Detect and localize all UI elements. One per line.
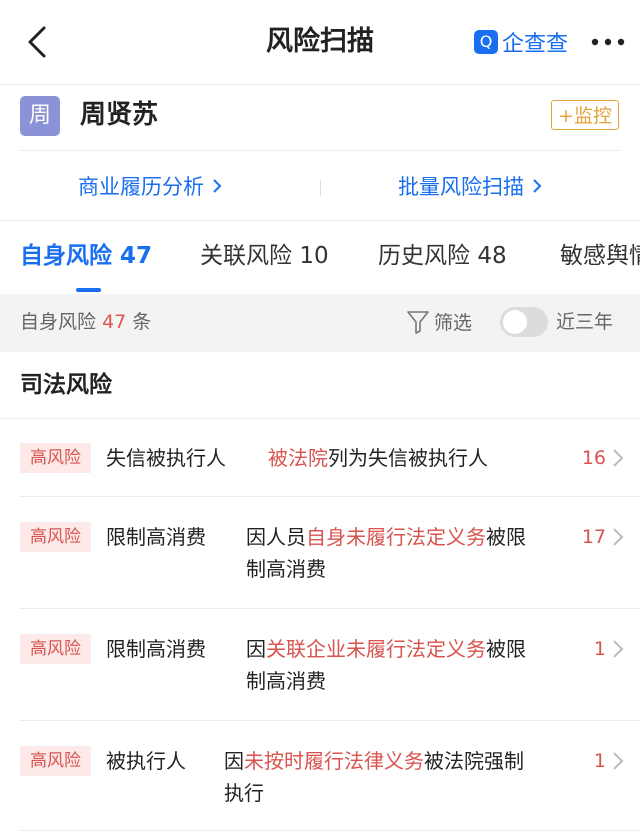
risk-count: 16 bbox=[581, 447, 606, 469]
section-title: 司法风险 bbox=[20, 372, 112, 398]
chevron-right-icon bbox=[613, 528, 624, 546]
tab-count: 47 bbox=[120, 243, 153, 269]
summary-count: 47 bbox=[102, 311, 127, 333]
batch-scan-link[interactable]: 批量风险扫描 bbox=[398, 172, 542, 202]
risk-level-badge: 高风险 bbox=[20, 443, 91, 473]
risk-level-badge: 高风险 bbox=[20, 746, 91, 776]
chevron-right-icon bbox=[213, 179, 222, 193]
tab-related-risk[interactable]: 关联风险 10 bbox=[200, 240, 329, 272]
desc-post: 列为失信被执行人 bbox=[328, 446, 488, 470]
divider bbox=[0, 84, 640, 85]
tab-label: 关联风险 bbox=[200, 243, 292, 269]
risk-description: 因关联企业未履行法定义务被限制高消费 bbox=[246, 633, 531, 697]
filter-button[interactable]: 筛选 bbox=[406, 308, 472, 335]
risk-type: 被执行人 bbox=[106, 749, 186, 773]
summary-prefix: 自身风险 bbox=[20, 311, 97, 333]
tab-count: 48 bbox=[477, 243, 507, 269]
tab-label: 历史风险 bbox=[378, 243, 470, 269]
batch-scan-label: 批量风险扫描 bbox=[398, 175, 524, 199]
tab-history-risk[interactable]: 历史风险 48 bbox=[378, 240, 507, 272]
risk-row[interactable]: 高风险 限制高消费 因人员自身未履行法定义务被限制高消费 17 bbox=[0, 496, 640, 608]
recent-three-years-toggle[interactable] bbox=[500, 307, 548, 337]
desc-highlight: 被法院 bbox=[268, 446, 328, 470]
risk-row[interactable]: 高风险 限制高消费 因关联企业未履行法定义务被限制高消费 1 bbox=[0, 608, 640, 720]
risk-row[interactable]: 高风险 被执行人 因未按时履行法律义务被法院强制执行 1 bbox=[0, 720, 640, 832]
desc-pre: 因人员 bbox=[246, 525, 306, 549]
filter-label: 筛选 bbox=[434, 312, 473, 334]
chevron-right-icon bbox=[613, 752, 624, 770]
toggle-label: 近三年 bbox=[556, 311, 614, 333]
desc-highlight: 关联企业未履行法定义务 bbox=[266, 637, 486, 661]
avatar: 周 bbox=[20, 96, 60, 136]
quick-links: 商业履历分析 批量风险扫描 bbox=[0, 158, 640, 216]
desc-highlight: 未按时履行法律义务 bbox=[244, 749, 424, 773]
divider bbox=[0, 220, 640, 221]
risk-type: 限制高消费 bbox=[106, 637, 206, 661]
desc-highlight: 自身未履行法定义务 bbox=[306, 525, 486, 549]
person-name[interactable]: 周贤苏 bbox=[80, 98, 158, 132]
risk-tabs: 自身风险 47 关联风险 10 历史风险 48 敏感舆情 bbox=[0, 222, 640, 294]
risk-type: 失信被执行人 bbox=[106, 446, 226, 470]
chevron-right-icon bbox=[613, 449, 624, 467]
tab-count: 10 bbox=[299, 243, 329, 269]
person-header: 周 周贤苏 +监控 bbox=[0, 86, 640, 150]
risk-row[interactable]: 高风险 失信被执行人 被法院列为失信被执行人 16 bbox=[0, 418, 640, 496]
risk-description: 因人员自身未履行法定义务被限制高消费 bbox=[246, 521, 531, 585]
divider bbox=[320, 180, 321, 196]
tab-label: 敏感舆情 bbox=[560, 243, 640, 269]
nav-bar: 风险扫描 Q 企查查 bbox=[0, 0, 640, 84]
filter-bar: 自身风险 47 条 筛选 近三年 bbox=[0, 294, 640, 352]
tab-label: 自身风险 bbox=[20, 243, 112, 269]
brand-name: 企查查 bbox=[502, 32, 569, 57]
risk-description: 被法院列为失信被执行人 bbox=[268, 442, 558, 474]
business-history-label: 商业履历分析 bbox=[78, 175, 204, 199]
desc-pre: 因 bbox=[246, 637, 266, 661]
tab-sensitive-news[interactable]: 敏感舆情 bbox=[560, 240, 640, 272]
desc-pre: 因 bbox=[224, 749, 244, 773]
risk-level-badge: 高风险 bbox=[20, 522, 91, 552]
divider bbox=[20, 830, 640, 831]
more-icon[interactable] bbox=[590, 30, 626, 54]
watch-button[interactable]: +监控 bbox=[551, 100, 619, 130]
toggle-knob bbox=[503, 310, 527, 334]
risk-level-badge: 高风险 bbox=[20, 634, 91, 664]
active-tab-indicator bbox=[76, 288, 101, 292]
brand[interactable]: Q 企查查 bbox=[474, 28, 569, 57]
risk-count: 17 bbox=[581, 526, 606, 548]
brand-logo: Q bbox=[474, 30, 498, 54]
business-history-link[interactable]: 商业履历分析 bbox=[78, 172, 222, 202]
summary-suffix: 条 bbox=[132, 311, 152, 333]
chevron-right-icon bbox=[613, 640, 624, 658]
chevron-right-icon bbox=[533, 179, 542, 193]
filter-icon bbox=[407, 310, 429, 334]
risk-count: 1 bbox=[593, 750, 606, 772]
risk-type: 限制高消费 bbox=[106, 525, 206, 549]
risk-description: 因未按时履行法律义务被法院强制执行 bbox=[224, 745, 529, 809]
result-summary: 自身风险 47 条 bbox=[20, 308, 151, 336]
tab-self-risk[interactable]: 自身风险 47 bbox=[20, 240, 152, 272]
risk-count: 1 bbox=[593, 638, 606, 660]
divider bbox=[20, 150, 620, 151]
